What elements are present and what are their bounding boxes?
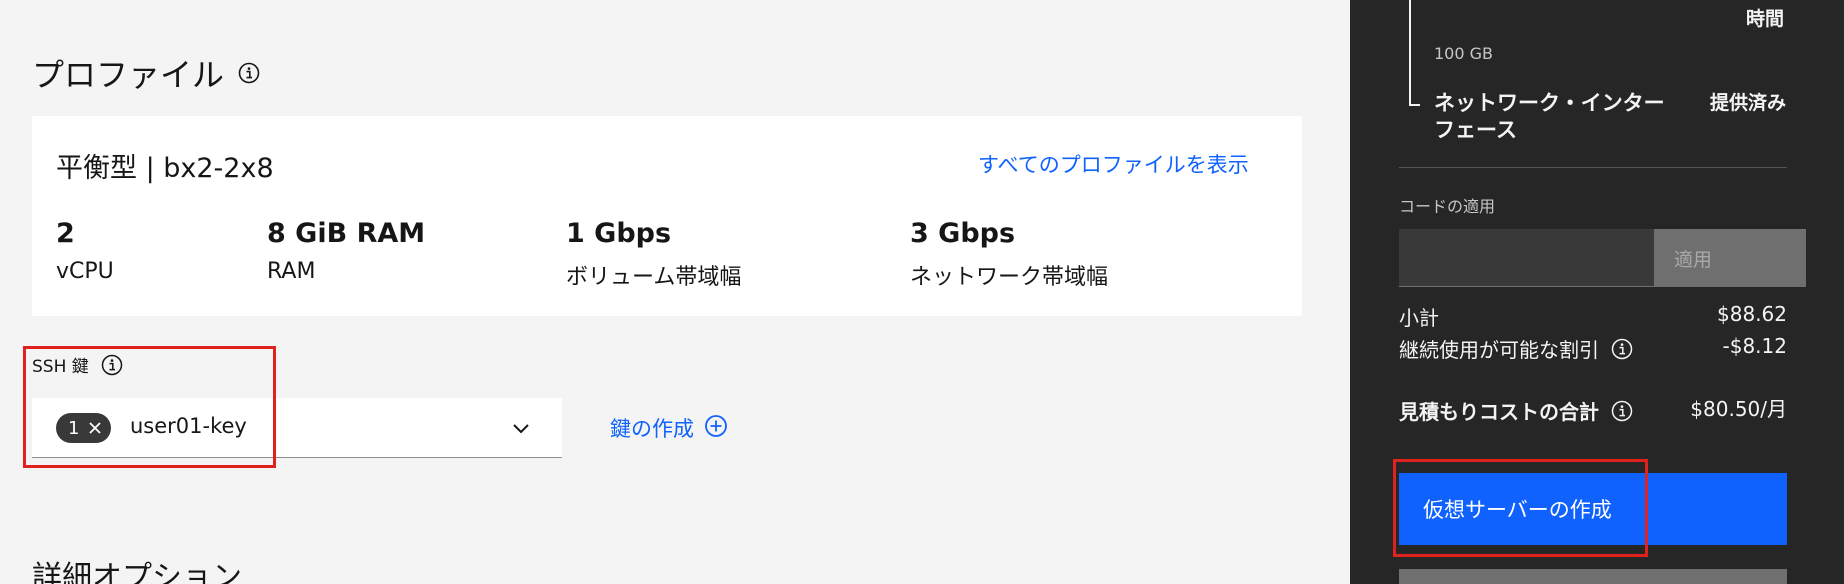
spec-value: 1 Gbps <box>566 218 672 249</box>
advanced-options-title: 詳細オプション <box>32 560 242 584</box>
ssh-key-label: SSH 鍵 <box>32 352 123 377</box>
profile-section-title: プロファイル <box>32 50 260 96</box>
discount-label: 継続使用が可能な割引 <box>1399 338 1599 362</box>
total-cost-label-group: 見積もりコストの合計 <box>1399 396 1633 425</box>
info-icon[interactable] <box>1611 338 1633 360</box>
promo-code-input[interactable] <box>1399 229 1654 287</box>
tree-connector-branch <box>1409 104 1420 106</box>
secondary-action-button[interactable] <box>1399 569 1787 584</box>
clear-selection-icon[interactable] <box>89 422 102 434</box>
info-icon[interactable] <box>238 62 260 84</box>
discount-value: -$8.12 <box>1722 334 1787 358</box>
spec-value: 8 GiB RAM <box>267 218 426 249</box>
info-icon[interactable] <box>101 354 123 376</box>
subtotal-row: 小計 $88.62 <box>1399 302 1787 331</box>
selected-count: 1 <box>68 417 80 439</box>
ssh-key-label-text: SSH 鍵 <box>32 357 89 377</box>
apply-code-button[interactable]: 適用 <box>1654 229 1806 287</box>
selected-count-tag: 1 <box>56 413 112 443</box>
spec-label: ネットワーク帯域幅 <box>910 265 1109 290</box>
spec-vcpu: 2 vCPU <box>56 218 114 284</box>
info-icon[interactable] <box>1611 400 1633 422</box>
spec-label: ボリューム帯域幅 <box>566 265 742 290</box>
total-cost-label: 見積もりコストの合計 <box>1399 400 1599 424</box>
hours-label: 時間 <box>1745 8 1784 30</box>
subtotal-label: 小計 <box>1399 306 1439 330</box>
discount-row: 継続使用が可能な割引 -$8.12 <box>1399 334 1787 363</box>
apply-code-label: コードの適用 <box>1399 197 1496 216</box>
ssh-key-multiselect[interactable]: 1 user01-key <box>32 398 562 458</box>
view-all-profiles-link[interactable]: すべてのプロファイルを表示 <box>978 149 1249 179</box>
spec-value: 2 <box>56 218 75 249</box>
ssh-key-selected-value: user01-key <box>130 414 247 438</box>
spec-value: 3 Gbps <box>910 218 1016 249</box>
create-key-link-text: 鍵の作成 <box>610 417 694 441</box>
summary-panel: 時間 100 GB ネットワーク・インターフェース 提供済み コードの適用 適用… <box>1350 0 1844 584</box>
storage-size: 100 GB <box>1434 44 1493 63</box>
page: プロファイル 平衡型 | bx2-2x8 すべてのプロファイルを表示 2 vCP… <box>0 0 1844 584</box>
spec-network-bandwidth: 3 Gbps ネットワーク帯域幅 <box>910 218 1108 291</box>
total-cost-value: $80.50/月 <box>1690 397 1787 421</box>
create-key-link[interactable]: 鍵の作成 <box>610 413 728 443</box>
profile-title-text: プロファイル <box>32 56 225 94</box>
add-circle-icon <box>704 414 728 443</box>
spec-label: vCPU <box>56 259 114 284</box>
tree-connector-line <box>1409 0 1411 106</box>
total-cost-row: 見積もりコストの合計 $80.50/月 <box>1399 394 1787 450</box>
network-interface-status: 提供済み <box>1709 92 1786 114</box>
chevron-down-icon[interactable] <box>512 420 530 439</box>
subtotal-value: $88.62 <box>1717 302 1787 326</box>
profile-name: 平衡型 | bx2-2x8 <box>56 153 274 184</box>
network-interface-label: ネットワーク・インターフェース <box>1434 91 1665 142</box>
divider <box>1399 167 1787 168</box>
main-content: プロファイル 平衡型 | bx2-2x8 すべてのプロファイルを表示 2 vCP… <box>0 0 1350 584</box>
create-virtual-server-button[interactable]: 仮想サーバーの作成 <box>1399 473 1787 545</box>
spec-volume-bandwidth: 1 Gbps ボリューム帯域幅 <box>566 218 741 291</box>
spec-label: RAM <box>267 259 316 284</box>
profile-card: 平衡型 | bx2-2x8 すべてのプロファイルを表示 2 vCPU 8 GiB… <box>32 116 1302 316</box>
spec-ram: 8 GiB RAM RAM <box>267 218 425 284</box>
